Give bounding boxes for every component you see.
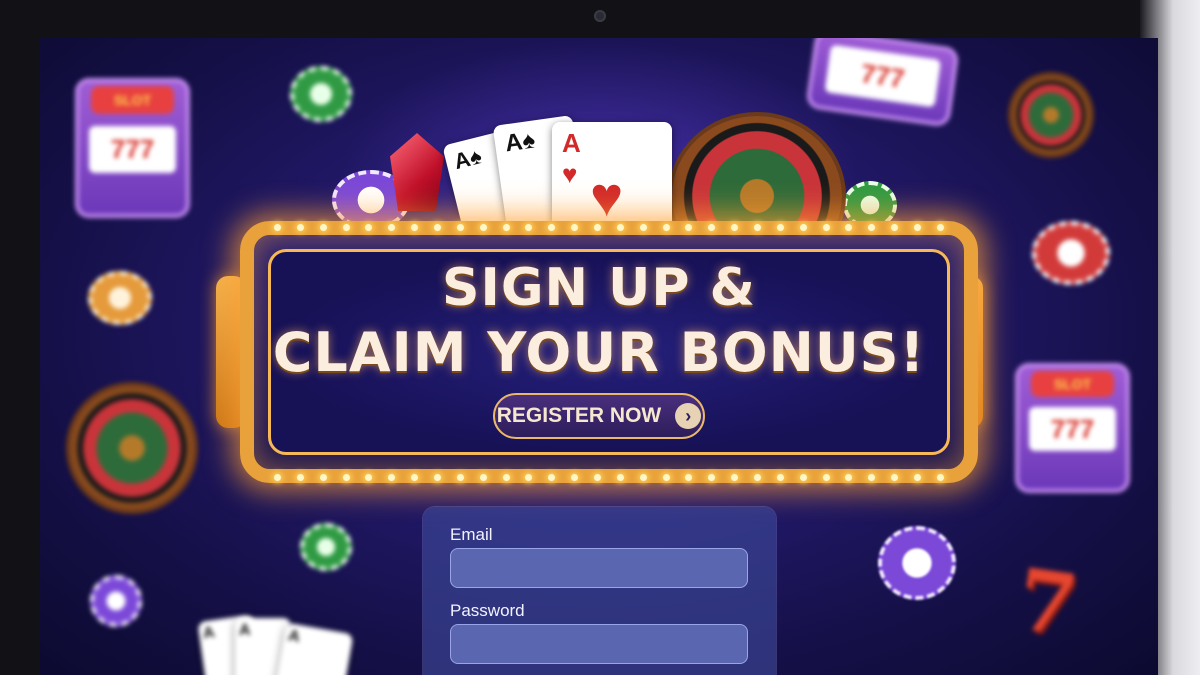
slot-reels: 777: [824, 44, 941, 108]
headline-line-2: CLAIM YOUR BONUS!: [272, 321, 926, 384]
card-rank: A: [201, 624, 216, 643]
marquee-bulbs-bottom: [254, 474, 964, 481]
slot-machine-icon: SLOT 777: [75, 78, 190, 218]
card-rank: A: [562, 128, 581, 158]
signup-form: Email Password: [423, 507, 776, 675]
poker-chip-icon: [90, 575, 142, 627]
poker-chip-icon: [878, 526, 956, 600]
card-rank: A: [286, 627, 302, 647]
webcam-icon: [594, 10, 606, 22]
poker-chip-icon: [300, 523, 352, 571]
poker-chip-icon: [290, 66, 352, 122]
email-label: Email: [450, 525, 493, 544]
register-button-label: REGISTER NOW: [496, 404, 662, 427]
chevron-right-icon: ›: [675, 403, 702, 429]
slot-reels: 777: [1028, 407, 1117, 452]
slot-sign: SLOT: [91, 86, 174, 115]
card-rank: A: [503, 128, 525, 158]
roulette-wheel-icon: [1012, 76, 1090, 154]
password-label: Password: [450, 601, 525, 620]
marquee-bulbs-top: [254, 224, 964, 231]
card-rank: A: [239, 622, 251, 639]
email-field[interactable]: [450, 548, 748, 588]
register-now-button[interactable]: REGISTER NOW ›: [493, 393, 705, 439]
roulette-wheel-icon: [70, 386, 194, 510]
card-rank: A: [451, 145, 473, 175]
slot-reels: 777: [88, 125, 177, 174]
lucky-seven-icon: 7: [1011, 549, 1084, 656]
headline-line-1: SIGN UP &: [442, 258, 756, 318]
password-field[interactable]: [450, 624, 748, 664]
playing-card-icon: A: [274, 622, 354, 675]
casino-signup-screen: SLOT 777 SLOT 777 777 A♠ A♠ A ♥ ♥ A A A 7 …: [40, 38, 1158, 675]
